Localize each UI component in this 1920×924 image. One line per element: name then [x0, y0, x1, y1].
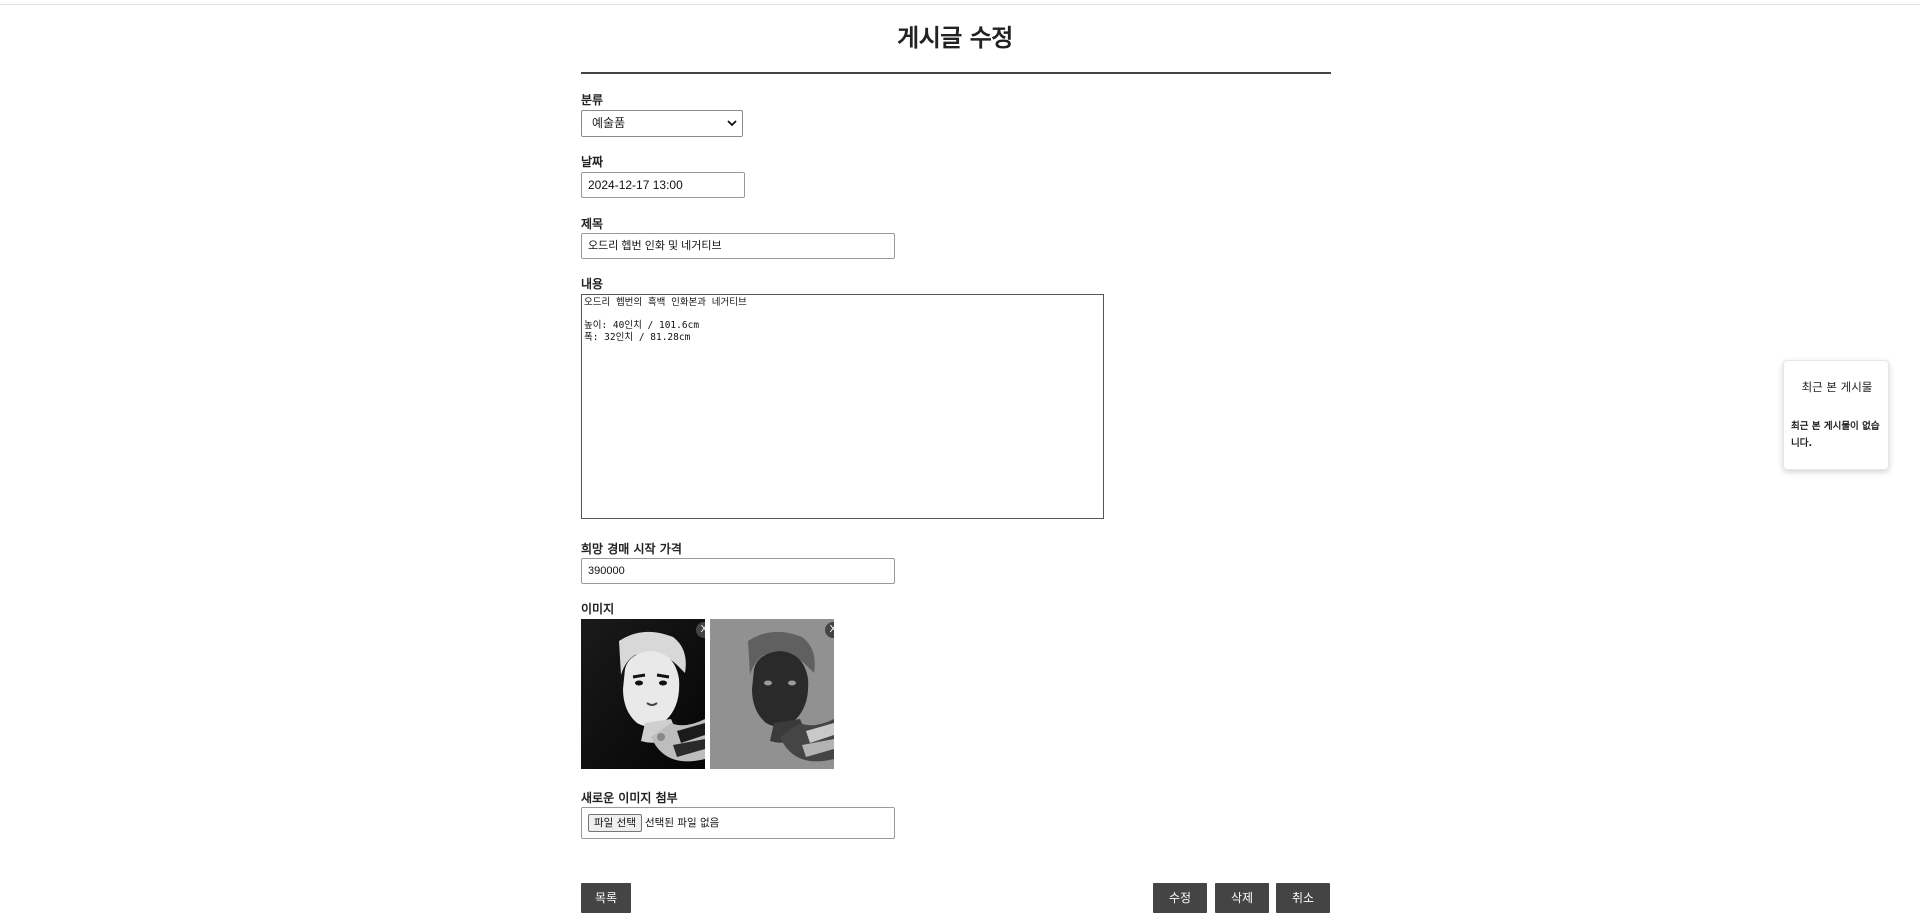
recent-posts-panel: 최근 본 게시물 최근 본 게시물이 없습니다.	[1783, 360, 1889, 470]
file-status: 선택된 파일 없음	[645, 817, 720, 829]
recent-posts-empty: 최근 본 게시물이 없습니다.	[1791, 421, 1880, 449]
cancel-button[interactable]: 취소	[1276, 883, 1330, 913]
top-divider	[0, 4, 1920, 5]
image-thumbnail: X	[581, 619, 705, 769]
remove-image-button[interactable]: X	[696, 622, 705, 638]
date-input[interactable]: 2024-12-17 13:00	[581, 172, 745, 198]
images-label: 이미지	[581, 602, 615, 616]
category-select-value: 예술품	[592, 116, 626, 130]
image-thumbnail: X	[710, 619, 834, 769]
chevron-down-icon	[727, 111, 737, 145]
price-input[interactable]: 390000	[581, 558, 895, 584]
page-title: 게시글 수정	[897, 24, 1013, 52]
attach-label: 새로운 이미지 첨부	[581, 791, 678, 805]
content-label: 내용	[581, 277, 604, 291]
subject-input[interactable]: 오드리 헵번 인화 및 네거티브	[581, 233, 895, 259]
edit-button[interactable]: 수정	[1153, 883, 1207, 913]
remove-image-button[interactable]: X	[825, 622, 834, 638]
list-button[interactable]: 목록	[581, 883, 631, 913]
file-input[interactable]: 파일 선택 선택된 파일 없음	[581, 807, 895, 839]
content-textarea[interactable]: 오드리 헵번의 흑백 인화본과 네거티브 높이: 40인치 / 101.6cm …	[581, 294, 1104, 519]
date-label: 날짜	[581, 155, 604, 169]
recent-posts-title: 최근 본 게시물	[1801, 380, 1873, 394]
title-divider	[581, 72, 1331, 74]
subject-label: 제목	[581, 217, 604, 231]
delete-button[interactable]: 삭제	[1215, 883, 1269, 913]
category-select[interactable]: 예술품	[581, 110, 743, 137]
category-label: 분류	[581, 93, 604, 107]
price-label: 희망 경매 시작 가격	[581, 542, 682, 556]
choose-file-button[interactable]: 파일 선택	[588, 814, 642, 832]
